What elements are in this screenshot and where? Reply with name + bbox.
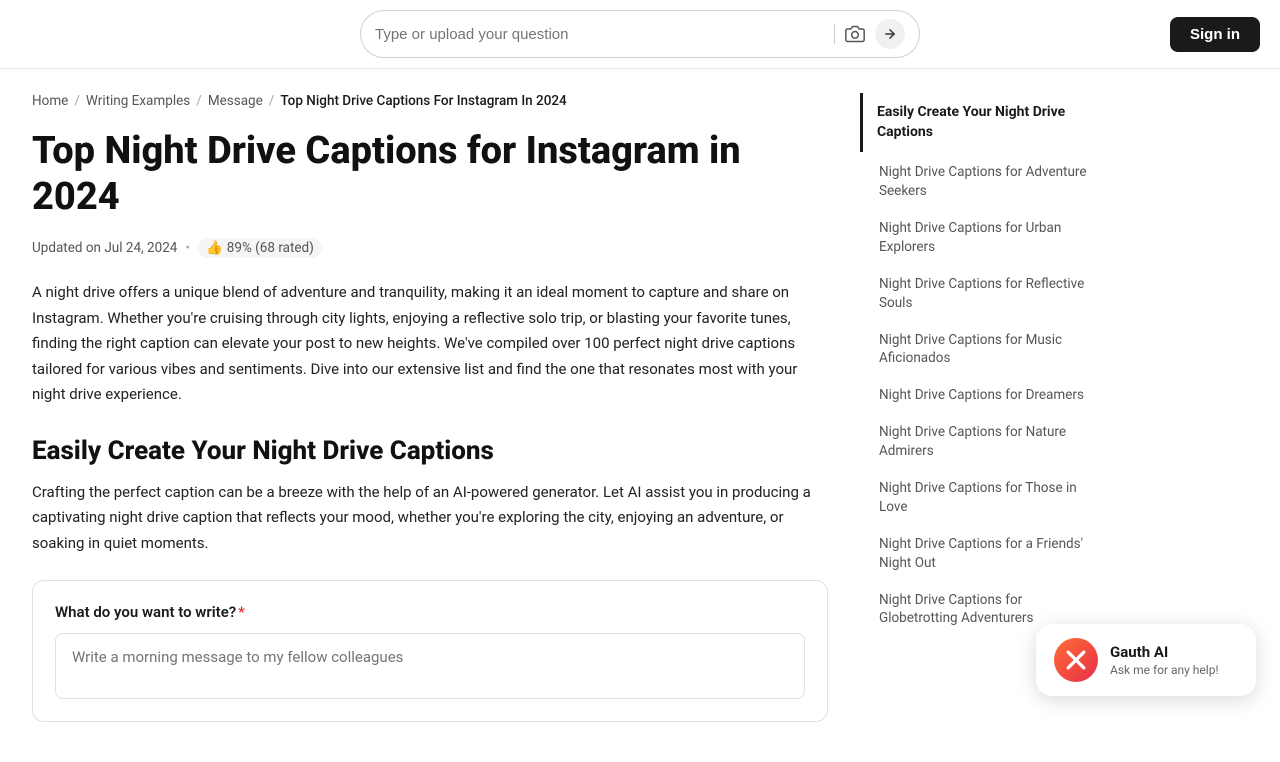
- rating-badge: 👍 89% (68 rated): [198, 238, 322, 258]
- sidebar-link-urban[interactable]: Night Drive Captions for Urban Explorers: [860, 210, 1104, 266]
- breadcrumb-writing-examples[interactable]: Writing Examples: [86, 93, 190, 109]
- section-title: Easily Create Your Night Drive Captions: [32, 436, 828, 466]
- camera-button[interactable]: [843, 22, 867, 46]
- breadcrumb-home[interactable]: Home: [32, 93, 68, 109]
- send-button[interactable]: [875, 19, 905, 49]
- article-body: A night drive offers a unique blend of a…: [32, 280, 828, 408]
- meta-dot: •: [185, 240, 190, 256]
- article-meta: Updated on Jul 24, 2024 • 👍 89% (68 rate…: [32, 238, 828, 258]
- required-marker: *: [238, 603, 245, 621]
- rating-text: 89% (68 rated): [227, 240, 314, 256]
- section-body: Crafting the perfect caption can be a br…: [32, 480, 828, 557]
- gauth-widget[interactable]: Gauth AI Ask me for any help!: [1036, 624, 1256, 696]
- breadcrumb-sep-3: /: [269, 93, 275, 109]
- sidebar-section-title: Easily Create Your Night Drive Captions: [860, 93, 1104, 152]
- caption-widget: What do you want to write?*: [32, 580, 828, 722]
- gauth-icon: [1063, 647, 1089, 673]
- signin-button[interactable]: Sign in: [1170, 17, 1260, 52]
- gauth-name: Gauth AI: [1110, 643, 1219, 661]
- sidebar-link-music[interactable]: Night Drive Captions for Music Aficionad…: [860, 322, 1104, 378]
- sidebar-link-dreamers[interactable]: Night Drive Captions for Dreamers: [860, 377, 1104, 414]
- camera-icon: [845, 24, 865, 44]
- arrow-right-icon: [883, 27, 897, 41]
- breadcrumb: Home / Writing Examples / Message / Top …: [32, 93, 828, 109]
- breadcrumb-current: Top Night Drive Captions For Instagram I…: [280, 93, 566, 109]
- article-title: Top Night Drive Captions for Instagram i…: [32, 129, 828, 220]
- sidebar-link-friends[interactable]: Night Drive Captions for a Friends' Nigh…: [860, 526, 1104, 582]
- gauth-logo: [1054, 638, 1098, 682]
- breadcrumb-message[interactable]: Message: [208, 93, 263, 109]
- sidebar-link-nature[interactable]: Night Drive Captions for Nature Admirers: [860, 414, 1104, 470]
- sidebar-nav: Easily Create Your Night Drive Captions …: [860, 93, 1104, 637]
- sidebar-link-love[interactable]: Night Drive Captions for Those in Love: [860, 470, 1104, 526]
- top-navigation: Sign in: [0, 0, 1280, 69]
- search-bar: [360, 10, 920, 58]
- breadcrumb-sep-1: /: [74, 93, 80, 109]
- gauth-tagline: Ask me for any help!: [1110, 663, 1219, 677]
- sidebar-link-adventure[interactable]: Night Drive Captions for Adventure Seeke…: [860, 154, 1104, 210]
- search-divider: [834, 24, 835, 44]
- gauth-text: Gauth AI Ask me for any help!: [1110, 643, 1219, 677]
- main-content: Home / Writing Examples / Message / Top …: [0, 69, 860, 762]
- article-updated: Updated on Jul 24, 2024: [32, 240, 177, 256]
- search-input[interactable]: [375, 26, 826, 43]
- thumbs-up-icon: 👍: [206, 240, 223, 256]
- sidebar-link-reflective[interactable]: Night Drive Captions for Reflective Soul…: [860, 266, 1104, 322]
- breadcrumb-sep-2: /: [196, 93, 202, 109]
- widget-textarea[interactable]: [55, 633, 805, 699]
- widget-label: What do you want to write?*: [55, 603, 805, 621]
